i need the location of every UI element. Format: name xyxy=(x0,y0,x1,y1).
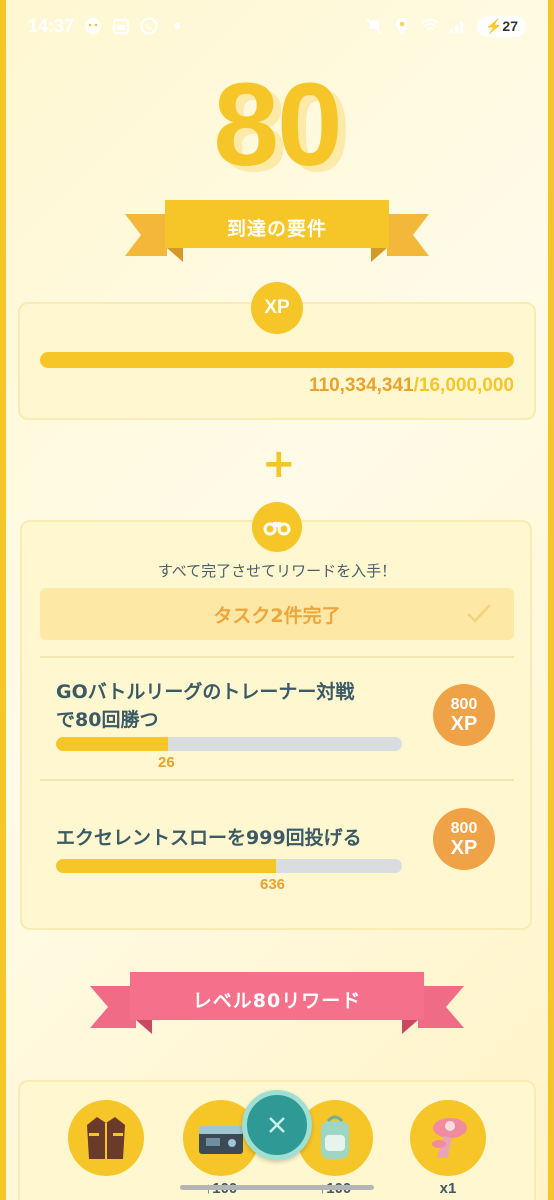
wifi-icon xyxy=(421,17,439,35)
task-2-xp-reward: 800 XP xyxy=(433,808,495,870)
jacket-icon[interactable] xyxy=(68,1100,144,1176)
task-1-xp-reward: 800 XP xyxy=(433,684,495,746)
level-number: 80 xyxy=(213,59,342,191)
requirements-label: 到達の要件 xyxy=(226,217,327,240)
xp-progress-bar xyxy=(40,352,514,368)
xp-values: 110,334,341/16,000,000 xyxy=(309,375,514,397)
mushroom-icon[interactable] xyxy=(410,1100,486,1176)
task-1-progress-value: 26 xyxy=(158,754,175,771)
plus-icon: + xyxy=(262,441,296,487)
task-title-1: GOバトルリーグのトレーナー対戦 で80回勝つ xyxy=(56,678,416,734)
calendar-icon xyxy=(112,17,130,35)
reward-label-4: x1 xyxy=(439,1180,457,1197)
xp-badge: XP xyxy=(251,282,303,334)
face-icon xyxy=(84,17,102,35)
xp-target: 16,000,000 xyxy=(418,375,514,396)
task-instruction: すべて完了させてリワードを入手！ xyxy=(157,562,397,580)
whatsapp-icon xyxy=(140,17,158,35)
close-button[interactable] xyxy=(242,1090,312,1160)
requirements-ribbon: 到達の要件 xyxy=(125,200,429,262)
dot-icon xyxy=(168,17,186,35)
location-icon xyxy=(393,17,411,35)
close-icon xyxy=(269,1117,285,1133)
task-2-reward-amount: 800 xyxy=(450,819,478,837)
task-2-progress-value: 636 xyxy=(260,876,286,893)
mute-icon xyxy=(365,17,383,35)
task-1-reward-amount: 800 xyxy=(450,695,478,713)
task-status-text: タスク2件完了 xyxy=(213,604,341,627)
task-title-2: エクセレントスローを999回投げる xyxy=(56,824,416,852)
task-2-progress-fill xyxy=(56,859,277,873)
status-time: 14:37 xyxy=(28,15,75,36)
task-1-reward-unit: XP xyxy=(450,712,478,735)
rewards-ribbon: レベル80リワード xyxy=(90,972,464,1034)
divider xyxy=(40,656,514,658)
battery-level: 27 xyxy=(502,17,518,34)
task-2-reward-unit: XP xyxy=(450,836,478,859)
task-title-1-line-2: で80回勝つ xyxy=(56,709,159,731)
task-2-progress-track xyxy=(56,859,402,873)
status-bar: 14:37 ⚡27 xyxy=(0,0,554,52)
task-status-banner: タスク2件完了 xyxy=(40,588,514,640)
home-indicator[interactable] xyxy=(180,1185,374,1190)
divider xyxy=(40,779,514,781)
battery-indicator: ⚡27 xyxy=(476,15,526,37)
rewards-label: レベル80リワード xyxy=(192,989,362,1012)
signal-icon xyxy=(449,17,467,35)
task-title-2-line-1: エクセレントスローを999回投げる xyxy=(56,827,362,849)
xp-current: 110,334,341 xyxy=(309,375,414,396)
binoculars-icon xyxy=(252,502,302,552)
task-1-progress-fill xyxy=(56,737,169,751)
check-icon xyxy=(467,604,491,623)
task-title-1-line-1: GOバトルリーグのトレーナー対戦 xyxy=(56,681,355,703)
task-1-progress-track xyxy=(56,737,402,751)
